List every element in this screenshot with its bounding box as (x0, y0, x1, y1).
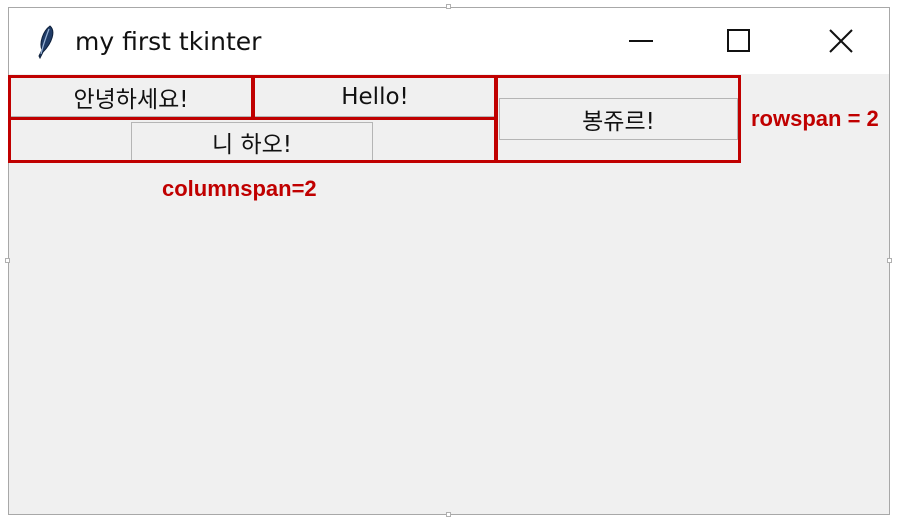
resize-handle-left[interactable] (5, 258, 10, 263)
close-icon (829, 29, 853, 53)
feather-icon (34, 25, 58, 60)
resize-handle-bottom[interactable] (446, 512, 451, 517)
resize-handle-right[interactable] (887, 258, 892, 263)
minimize-button[interactable] (591, 8, 691, 74)
bonjour-button[interactable]: 봉쥬르! (499, 98, 738, 140)
hello-english-button[interactable]: Hello! (254, 77, 496, 117)
columnspan-annotation: columnspan=2 (162, 176, 317, 201)
maximize-icon (727, 29, 750, 52)
window-title: my first tkinter (75, 27, 262, 56)
close-button[interactable] (791, 8, 891, 74)
minimize-icon (629, 40, 653, 42)
maximize-button[interactable] (689, 8, 789, 74)
resize-handle-top[interactable] (446, 4, 451, 9)
title-bar[interactable]: my first tkinter (9, 8, 889, 74)
hello-korean-button[interactable]: 안녕하세요! (10, 77, 252, 117)
ni-hao-button[interactable]: 니 하오! (131, 122, 373, 162)
rowspan-annotation: rowspan = 2 (751, 106, 879, 131)
